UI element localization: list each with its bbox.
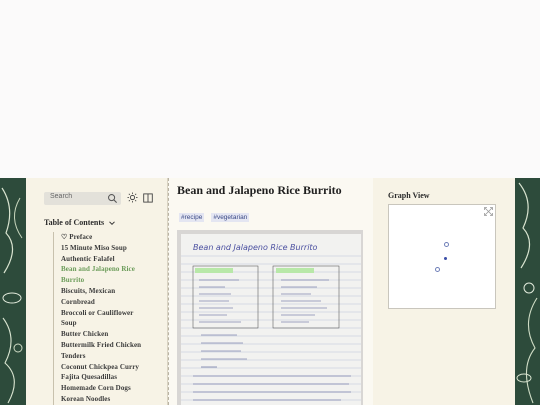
toc-item-bean-burrito-line2[interactable]: Burrito (61, 275, 167, 286)
toc-item-fajita-quesadillas[interactable]: Fajita Quesadillas (61, 372, 167, 383)
toc-item-broccoli-line2[interactable]: Soup (61, 318, 167, 329)
graph-view-title: Graph View (388, 191, 430, 200)
toc-item-miso-soup[interactable]: 15 Minute Miso Soup (61, 243, 167, 254)
graph-node[interactable] (435, 267, 440, 272)
book-icon[interactable] (143, 193, 153, 203)
tag-vegetarian[interactable]: #vegetarian (211, 213, 250, 222)
note-sheet-title: Bean and Jalapeno Rice Burrito (193, 243, 318, 252)
chevron-down-icon[interactable] (109, 220, 116, 226)
toc-item-biscuits-line1[interactable]: Biscuits, Mexican (61, 286, 167, 297)
toc-item-butter-chicken[interactable]: Butter Chicken (61, 329, 167, 340)
toc-item-broccoli-line1[interactable]: Broccoli or Cauliflower (61, 308, 167, 319)
toc-item-falafel[interactable]: Authentic Falafel (61, 254, 167, 265)
toc-title: Table of Contents (44, 218, 105, 227)
sun-icon[interactable] (127, 192, 138, 203)
toc-item-preface[interactable]: ♡ Preface (61, 232, 167, 243)
note-content: Bean and Jalapeno Rice Burrito #recipe #… (168, 178, 374, 405)
graph-node[interactable] (444, 242, 449, 247)
graph-node-current[interactable] (444, 257, 447, 260)
botanical-background-right (515, 178, 540, 405)
right-panel: Graph View (373, 178, 515, 405)
tag-list: #recipe #vegetarian (179, 206, 252, 224)
toc-item-corn-dogs[interactable]: Homemade Corn Dogs (61, 383, 167, 394)
toc-list: ♡ Preface 15 Minute Miso Soup Authentic … (53, 232, 167, 405)
app-window: Search Table of Contents ♡ Preface 15 Mi… (0, 178, 540, 405)
graph-view[interactable] (388, 204, 496, 309)
toc-item-chickpea-curry[interactable]: Coconut Chickpea Curry (61, 362, 167, 373)
botanical-background-left (0, 178, 26, 405)
note-paper: Bean and Jalapeno Rice Burrito (181, 234, 361, 405)
search-placeholder: Search (50, 193, 73, 200)
search-input[interactable]: Search (44, 192, 121, 205)
sidebar: Search Table of Contents ♡ Preface 15 Mi… (26, 178, 168, 405)
page-title: Bean and Jalapeno Rice Burrito (177, 183, 342, 197)
toc-item-bean-burrito-line1[interactable]: Bean and Jalapeno Rice (61, 264, 167, 275)
toc-heading[interactable]: Table of Contents (44, 218, 116, 227)
handwritten-note-image: Bean and Jalapeno Rice Burrito (177, 230, 363, 405)
toc-item-fried-chicken-line2[interactable]: Tenders (61, 351, 167, 362)
toc-item-biscuits-line2[interactable]: Cornbread (61, 297, 167, 308)
search-icon[interactable] (107, 193, 118, 204)
tag-recipe[interactable]: #recipe (179, 213, 205, 222)
toc-item-korean-noodles[interactable]: Korean Noodles (61, 394, 167, 405)
toc-item-fried-chicken-line1[interactable]: Buttermilk Fried Chicken (61, 340, 167, 351)
expand-icon[interactable] (484, 207, 493, 216)
